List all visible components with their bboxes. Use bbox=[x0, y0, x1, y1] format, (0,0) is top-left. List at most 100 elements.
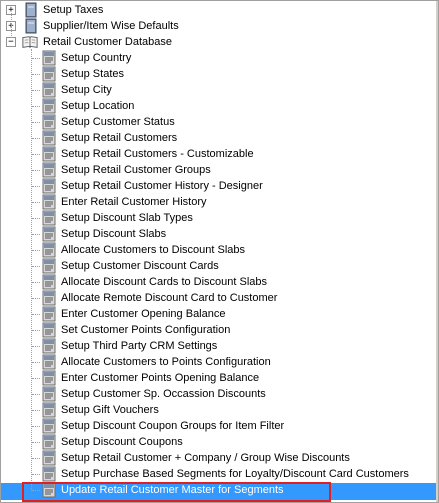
tree-leaf-item[interactable]: Allocate Remote Discount Card to Custome… bbox=[1, 290, 436, 306]
tree-leaf-label[interactable]: Setup Country bbox=[60, 50, 132, 66]
tree-leaf-label[interactable]: Setup Third Party CRM Settings bbox=[60, 338, 218, 354]
tree-connector bbox=[32, 330, 40, 331]
tree-connector bbox=[32, 58, 40, 59]
tree-leaf-item[interactable]: Setup States bbox=[1, 66, 436, 82]
document-icon bbox=[42, 306, 56, 322]
document-icon bbox=[42, 194, 56, 210]
tree-leaf-item[interactable]: Setup Location bbox=[1, 98, 436, 114]
tree-leaf-item[interactable]: Allocate Discount Cards to Discount Slab… bbox=[1, 274, 436, 290]
document-icon bbox=[42, 482, 56, 498]
tree-leaf-item[interactable]: Setup Discount Slabs bbox=[1, 226, 436, 242]
tree-leaf-label[interactable]: Setup City bbox=[60, 82, 113, 98]
tree-leaf-label[interactable]: Setup Retail Customer + Company / Group … bbox=[60, 450, 351, 466]
collapse-icon[interactable]: − bbox=[6, 37, 16, 47]
tree-leaf-item[interactable]: Allocate Customers to Points Configurati… bbox=[1, 354, 436, 370]
tree-leaf-item[interactable]: Update Retail Customer Master for Segmen… bbox=[1, 482, 436, 498]
tree-leaf-item[interactable]: Setup Retail Customer + Company / Group … bbox=[1, 450, 436, 466]
tree-leaf-label[interactable]: Setup Discount Coupons bbox=[60, 434, 184, 450]
tree-leaf-label[interactable]: Setup Location bbox=[60, 98, 135, 114]
document-icon bbox=[42, 290, 56, 306]
document-icon bbox=[42, 98, 56, 114]
document-icon bbox=[42, 178, 56, 194]
tree-node-label[interactable]: Retail Customer Database bbox=[42, 34, 173, 50]
tree-leaf-item[interactable]: Enter Customer Opening Balance bbox=[1, 306, 436, 322]
tree-connector bbox=[32, 442, 40, 443]
tree-leaf-item[interactable]: Setup Customer Status bbox=[1, 114, 436, 130]
tree-leaf-item[interactable]: Setup Third Party CRM Settings bbox=[1, 338, 436, 354]
tree-connector bbox=[32, 426, 40, 427]
tree-leaf-label[interactable]: Allocate Discount Cards to Discount Slab… bbox=[60, 274, 268, 290]
book-open-icon bbox=[22, 36, 38, 48]
tree-leaf-label[interactable]: Setup Purchase Based Segments for Loyalt… bbox=[60, 466, 410, 482]
tree-leaf-item[interactable]: Allocate Customers to Discount Slabs bbox=[1, 242, 436, 258]
tree-leaf-label[interactable]: Set Customer Points Configuration bbox=[60, 322, 231, 338]
document-icon bbox=[42, 210, 56, 226]
document-icon bbox=[42, 162, 56, 178]
tree-leaf-item[interactable]: Enter Customer Points Opening Balance bbox=[1, 370, 436, 386]
tree-node-label[interactable]: Setup Taxes bbox=[42, 2, 104, 18]
tree-leaf-label[interactable]: Setup Customer Sp. Occassion Discounts bbox=[60, 386, 267, 402]
tree-connector bbox=[32, 106, 40, 107]
tree-leaf-label[interactable]: Enter Customer Opening Balance bbox=[60, 306, 226, 322]
tree-leaf-label[interactable]: Enter Retail Customer History bbox=[60, 194, 208, 210]
tree-connector bbox=[32, 122, 40, 123]
document-icon bbox=[42, 466, 56, 482]
tree-leaf-item[interactable]: Setup Retail Customer History - Designer bbox=[1, 178, 436, 194]
tree-connector bbox=[32, 186, 40, 187]
tree-leaf-item[interactable]: Setup Gift Vouchers bbox=[1, 402, 436, 418]
tree-connector bbox=[32, 298, 40, 299]
tree-leaf-label[interactable]: Allocate Customers to Points Configurati… bbox=[60, 354, 272, 370]
tree-leaf-label[interactable]: Enter Customer Points Opening Balance bbox=[60, 370, 260, 386]
tree-leaf-item[interactable]: Setup Customer Discount Cards bbox=[1, 258, 436, 274]
tree-leaf-label[interactable]: Allocate Remote Discount Card to Custome… bbox=[60, 290, 278, 306]
tree-leaf-item[interactable]: Setup Country bbox=[1, 50, 436, 66]
tree-connector bbox=[32, 154, 40, 155]
tree-leaf-item[interactable]: Setup Retail Customer Groups bbox=[1, 162, 436, 178]
tree-connector bbox=[32, 282, 40, 283]
tree-leaf-item[interactable]: Setup City bbox=[1, 82, 436, 98]
tree-leaf-label[interactable]: Allocate Customers to Discount Slabs bbox=[60, 242, 246, 258]
document-icon bbox=[42, 434, 56, 450]
tree-connector bbox=[32, 138, 40, 139]
tree-connector bbox=[32, 410, 40, 411]
document-icon bbox=[42, 354, 56, 370]
tree-connector bbox=[32, 458, 40, 459]
tree-node-label[interactable]: Supplier/Item Wise Defaults bbox=[42, 18, 180, 34]
tree-leaf-label[interactable]: Setup Customer Status bbox=[60, 114, 176, 130]
tree-connector bbox=[32, 266, 40, 267]
tree-leaf-item[interactable]: Setup Discount Coupons bbox=[1, 434, 436, 450]
tree-leaf-item[interactable]: Setup Retail Customers bbox=[1, 130, 436, 146]
tree-leaf-item[interactable]: Setup Discount Coupon Groups for Item Fi… bbox=[1, 418, 436, 434]
tree-leaf-label[interactable]: Setup Retail Customers - Customizable bbox=[60, 146, 255, 162]
tree-leaf-label[interactable]: Setup Retail Customers bbox=[60, 130, 178, 146]
tree-connector bbox=[32, 314, 40, 315]
tree-leaf-label[interactable]: Setup Discount Slabs bbox=[60, 226, 167, 242]
tree-view-panel: + Setup Taxes + Supplier/Item Wise Defau… bbox=[0, 0, 439, 503]
tree-leaf-item[interactable]: Setup Retail Customers - Customizable bbox=[1, 146, 436, 162]
tree-leaf-item[interactable]: Enter Retail Customer History bbox=[1, 194, 436, 210]
scrollbar-edge[interactable] bbox=[436, 1, 438, 502]
tree-leaf-item[interactable]: Set Customer Points Configuration bbox=[1, 322, 436, 338]
tree-leaf-label[interactable]: Setup Retail Customer Groups bbox=[60, 162, 212, 178]
tree-connector bbox=[32, 490, 40, 491]
tree-leaf-item[interactable]: Setup Purchase Based Segments for Loyalt… bbox=[1, 466, 436, 482]
document-icon bbox=[42, 66, 56, 82]
book-closed-icon bbox=[25, 2, 37, 18]
document-icon bbox=[42, 450, 56, 466]
tree-leaf-item[interactable]: Setup Customer Sp. Occassion Discounts bbox=[1, 386, 436, 402]
tree-leaf-item[interactable]: Setup Discount Slab Types bbox=[1, 210, 436, 226]
tree-node-setup-taxes[interactable]: + Setup Taxes bbox=[1, 2, 436, 18]
tree-node-supplier-defaults[interactable]: + Supplier/Item Wise Defaults bbox=[1, 18, 436, 34]
tree-leaf-label[interactable]: Update Retail Customer Master for Segmen… bbox=[60, 482, 285, 498]
tree-leaf-label[interactable]: Setup Discount Slab Types bbox=[60, 210, 194, 226]
document-icon bbox=[42, 258, 56, 274]
document-icon bbox=[42, 242, 56, 258]
tree-connector bbox=[32, 90, 40, 91]
tree-node-retail-customer-database[interactable]: − Retail Customer Database bbox=[1, 34, 436, 50]
tree-leaf-label[interactable]: Setup Retail Customer History - Designer bbox=[60, 178, 264, 194]
tree-connector bbox=[32, 394, 40, 395]
tree-leaf-label[interactable]: Setup Customer Discount Cards bbox=[60, 258, 220, 274]
tree-leaf-label[interactable]: Setup States bbox=[60, 66, 125, 82]
tree-leaf-label[interactable]: Setup Gift Vouchers bbox=[60, 402, 160, 418]
tree-leaf-label[interactable]: Setup Discount Coupon Groups for Item Fi… bbox=[60, 418, 285, 434]
